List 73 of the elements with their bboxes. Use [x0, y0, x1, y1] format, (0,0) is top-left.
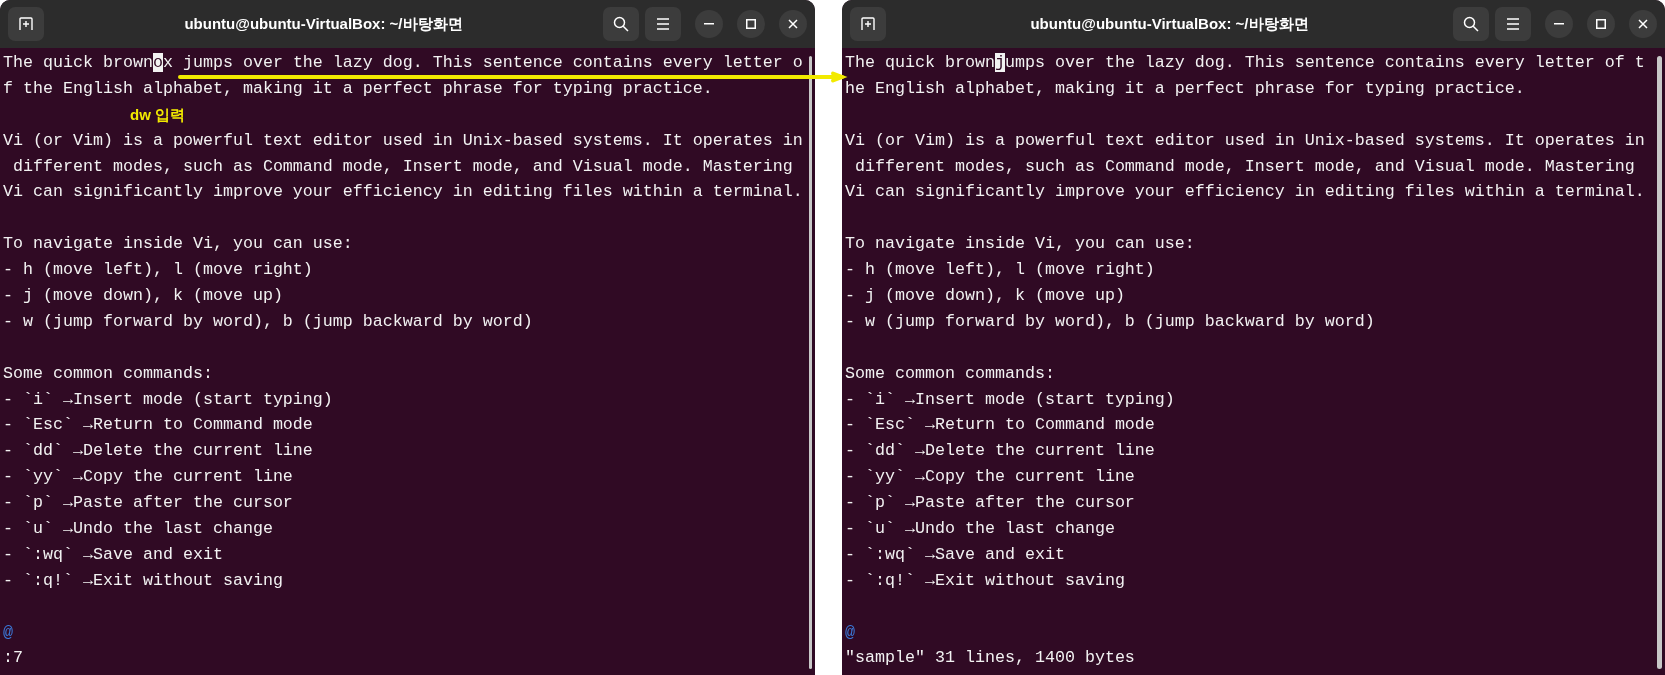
- maximize-button[interactable]: [737, 10, 765, 38]
- cursor-block: j: [994, 53, 1005, 72]
- search-button[interactable]: [1453, 7, 1489, 41]
- text-line: - `Esc` →Return to Command mode: [3, 415, 313, 435]
- text-line: Vi can significantly improve your efficiency in editing files within a terminal.: [845, 182, 1645, 202]
- text-line: - j (move down), k (move up): [845, 286, 1125, 305]
- text-line: - h (move left), l (move right): [845, 260, 1155, 280]
- text-line: different modes, such as Command mode, Insert mode, and Visual mode. Mastering: [12, 156, 793, 176]
- close-icon: [788, 19, 798, 29]
- menu-button[interactable]: [645, 7, 681, 41]
- text-line: - w (jump forward by word), b (jump backward by word): [3, 311, 533, 331]
- text-line: - `p` →Paste after the cursor: [3, 493, 293, 513]
- minimize-icon: [1554, 23, 1564, 25]
- minimize-icon: [704, 23, 714, 25]
- text-line: The quick brown: [845, 53, 995, 72]
- text-line: - `i` →Insert mode (start typing): [3, 389, 333, 409]
- close-button[interactable]: [1629, 10, 1657, 38]
- minimize-button[interactable]: [695, 10, 723, 38]
- maximize-icon: [746, 19, 756, 29]
- text-line: - `dd` →Delete the current line: [3, 441, 313, 461]
- text-line: f the English alphabet, making it a perfect phrase for typing practice.: [3, 78, 713, 98]
- text-line: - `dd` →Delete the current line: [845, 441, 1155, 461]
- text-line: - `:wq` →Save and exit: [845, 544, 1065, 564]
- text-line: - `:q!` →Exit without saving: [845, 570, 1125, 590]
- text-line: different modes, such as Command mode, Insert mode, and Visual mode. Mastering: [854, 156, 1635, 176]
- text-line: umps over the lazy dog. This sentence contains every letter of t: [1004, 53, 1645, 72]
- maximize-button[interactable]: [1587, 10, 1615, 38]
- menu-icon: [656, 18, 670, 30]
- minimize-button[interactable]: [1545, 10, 1573, 38]
- scrollbar-thumb[interactable]: [808, 56, 812, 669]
- cursor-block: o: [152, 53, 163, 72]
- scrollbar-thumb[interactable]: [1657, 56, 1662, 669]
- new-tab-button[interactable]: [850, 7, 886, 41]
- text-line: - `i` →Insert mode (start typing): [845, 389, 1175, 409]
- window-title: ubuntu@ubuntu-VirtualBox: ~/바탕화면: [183, 14, 464, 34]
- text-line: - h (move left), l (move right): [3, 260, 313, 280]
- search-button[interactable]: [603, 7, 639, 41]
- text-line: - j (move down), k (move up): [3, 286, 283, 305]
- text-line: Some common commands:: [3, 363, 213, 383]
- text-line: - `yy` →Copy the current line: [845, 467, 1135, 487]
- text-line: x jumps over the lazy dog. This sentence contains every letter o: [162, 53, 803, 72]
- text-line: - `u` →Undo the last change: [845, 519, 1115, 539]
- text-line: Vi can significantly improve your efficiency in editing files within a terminal.: [3, 182, 803, 202]
- text-line: he English alphabet, making it a perfect phrase for typing practice.: [845, 78, 1525, 98]
- text-line: Vi (or Vim) is a powerful text editor used in Unix-based systems. It operates in: [845, 130, 1645, 150]
- text-line: To navigate inside Vi, you can use:: [3, 234, 353, 254]
- text-line: Vi (or Vim) is a powerful text editor used in Unix-based systems. It operates in: [3, 130, 803, 150]
- line-marker: @: [3, 622, 13, 642]
- annotation-label: dw 입력: [130, 105, 185, 123]
- maximize-icon: [1596, 19, 1606, 29]
- status-line: "sample" 31 lines, 1400 bytes: [845, 648, 1135, 668]
- text-line: - `u` →Undo the last change: [3, 519, 273, 539]
- text-line: - `:q!` →Exit without saving: [3, 570, 283, 590]
- text-line: - w (jump forward by word), b (jump backward by word): [845, 311, 1375, 331]
- text-line: Some common commands:: [845, 363, 1055, 383]
- new-tab-button[interactable]: [8, 7, 44, 41]
- close-button[interactable]: [779, 10, 807, 38]
- text-line: - `:wq` →Save and exit: [3, 544, 223, 564]
- search-icon: [613, 16, 629, 32]
- text-line: The quick brown: [3, 53, 153, 72]
- text-line: - `Esc` →Return to Command mode: [845, 415, 1155, 435]
- new-tab-icon: [18, 16, 34, 32]
- line-marker: @: [845, 622, 855, 642]
- menu-icon: [1506, 18, 1520, 30]
- status-line: :7: [3, 648, 23, 668]
- text-line: - `yy` →Copy the current line: [3, 467, 293, 487]
- new-tab-icon: [860, 16, 876, 32]
- text-line: - `p` →Paste after the cursor: [845, 493, 1135, 513]
- menu-button[interactable]: [1495, 7, 1531, 41]
- search-icon: [1463, 16, 1479, 32]
- text-line: To navigate inside Vi, you can use:: [845, 234, 1195, 254]
- window-title: ubuntu@ubuntu-VirtualBox: ~/바탕화면: [1029, 14, 1310, 34]
- close-icon: [1638, 19, 1648, 29]
